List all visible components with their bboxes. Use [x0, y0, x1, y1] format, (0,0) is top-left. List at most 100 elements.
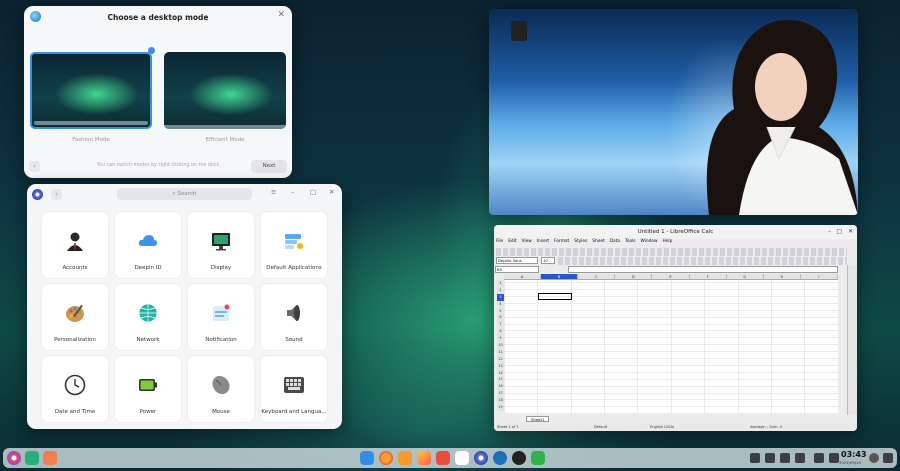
column-header[interactable]: H: [764, 274, 801, 279]
menu-sheet[interactable]: Sheet: [592, 239, 604, 247]
column-header[interactable]: A: [504, 274, 542, 279]
column-header[interactable]: I: [801, 274, 838, 279]
row-header[interactable]: 18: [497, 397, 504, 405]
shutdown-icon[interactable]: [829, 453, 839, 463]
menu-tools[interactable]: Tools: [625, 239, 636, 247]
sheet-tab[interactable]: Sheet1: [526, 416, 550, 422]
movie-player-icon[interactable]: [512, 451, 526, 465]
row-header[interactable]: 13: [497, 362, 504, 370]
column-header[interactable]: D: [615, 274, 653, 279]
control-center-window: ‹ ⌕ Search ≡ – □ ✕ Accounts Deepin ID Di…: [27, 184, 342, 429]
row-header[interactable]: 10: [497, 342, 504, 349]
tile-power[interactable]: Power: [115, 356, 181, 422]
pen-icon[interactable]: [780, 453, 790, 463]
screen-icon[interactable]: [795, 453, 805, 463]
column-header[interactable]: G: [727, 274, 764, 279]
row-header[interactable]: 6: [497, 314, 504, 322]
row-header[interactable]: 14: [497, 369, 504, 377]
file-manager-icon[interactable]: [360, 451, 374, 465]
row-header[interactable]: 12: [497, 355, 504, 363]
column-header[interactable]: B: [541, 274, 579, 279]
clock-time[interactable]: 03:43: [841, 450, 866, 459]
multitask-view-icon[interactable]: [25, 451, 39, 465]
calc-icon[interactable]: [531, 451, 545, 465]
menu-edit[interactable]: Edit: [508, 239, 516, 247]
tile-mouse[interactable]: Mouse: [188, 356, 254, 422]
calendar-icon[interactable]: [455, 451, 469, 465]
control-center-icon[interactable]: [474, 451, 488, 465]
tile-notification[interactable]: Notification: [188, 284, 254, 350]
minimize-icon[interactable]: –: [828, 225, 831, 239]
close-icon[interactable]: ✕: [848, 225, 853, 239]
row-header[interactable]: 3: [497, 293, 504, 301]
efficient-mode-option[interactable]: [164, 52, 286, 129]
next-button[interactable]: Next: [251, 160, 287, 173]
back-button[interactable]: ‹: [51, 189, 62, 200]
menu-styles[interactable]: Styles: [574, 239, 587, 247]
speaker-icon: [287, 305, 300, 321]
tile-accounts[interactable]: Accounts: [42, 212, 108, 278]
standard-toolbar[interactable]: [496, 248, 847, 256]
assistant-icon[interactable]: [869, 453, 879, 463]
row-header[interactable]: 16: [497, 383, 504, 391]
column-header[interactable]: E: [652, 274, 690, 279]
workspace-icon[interactable]: [43, 451, 57, 465]
image-viewer-icon[interactable]: [417, 451, 431, 465]
column-header[interactable]: F: [690, 274, 727, 279]
menu-view[interactable]: View: [522, 239, 532, 247]
tile-keyboard-and-language[interactable]: Keyboard and Langua...: [261, 356, 327, 422]
deepin-icon[interactable]: [493, 451, 507, 465]
tile-deepin-id[interactable]: Deepin ID: [115, 212, 181, 278]
menu-data[interactable]: Data: [610, 239, 620, 247]
sidebar-deck[interactable]: [847, 265, 857, 415]
notification-bell-icon[interactable]: [814, 453, 824, 463]
display-icon: [212, 233, 230, 251]
maximize-icon[interactable]: □: [836, 225, 842, 239]
tile-default-applications[interactable]: Default Applications: [261, 212, 327, 278]
menu-help[interactable]: Help: [663, 239, 673, 247]
row-header[interactable]: 1: [497, 280, 504, 287]
menu-icon[interactable]: ≡: [271, 188, 276, 196]
firefox-icon[interactable]: [379, 451, 393, 465]
column-header[interactable]: C: [578, 274, 616, 279]
row-header[interactable]: 9: [497, 335, 504, 343]
row-header[interactable]: 7: [497, 321, 504, 329]
row-header[interactable]: 5: [497, 307, 504, 315]
tile-network[interactable]: Network: [115, 284, 181, 350]
tile-sound[interactable]: Sound: [261, 284, 327, 350]
music-icon[interactable]: [436, 451, 450, 465]
font-name-box[interactable]: DejaVu Sans: [496, 257, 538, 264]
row-header[interactable]: 8: [497, 328, 504, 336]
close-icon[interactable]: ✕: [277, 10, 285, 20]
menu-file[interactable]: File: [496, 239, 503, 247]
name-box[interactable]: B3: [495, 266, 539, 273]
search-input[interactable]: ⌕ Search: [117, 188, 252, 200]
fashion-mode-option[interactable]: [30, 52, 152, 129]
keyboard-tray-icon[interactable]: [750, 453, 760, 463]
menu-window[interactable]: Window: [641, 239, 658, 247]
trash-icon[interactable]: [883, 453, 893, 463]
menu-insert[interactable]: Insert: [537, 239, 549, 247]
tile-personalization[interactable]: Personalization: [42, 284, 108, 350]
video-player-window[interactable]: [489, 9, 858, 215]
app-store-icon[interactable]: [398, 451, 412, 465]
launcher-icon[interactable]: [7, 451, 21, 465]
volume-icon[interactable]: [765, 453, 775, 463]
row-header[interactable]: 17: [497, 390, 504, 398]
formula-input[interactable]: [568, 266, 838, 273]
back-button[interactable]: ‹: [29, 161, 40, 172]
tile-date-and-time[interactable]: Date and Time: [42, 356, 108, 422]
menu-format[interactable]: Format: [554, 239, 569, 247]
clock-date[interactable]: 2022/09/19: [839, 460, 861, 465]
font-size-box[interactable]: 10: [541, 257, 555, 264]
close-icon[interactable]: ✕: [329, 188, 334, 196]
tile-display[interactable]: Display: [188, 212, 254, 278]
row-header[interactable]: 15: [497, 376, 504, 384]
formatting-toolbar[interactable]: [558, 257, 847, 265]
row-header[interactable]: 4: [497, 300, 504, 308]
row-header[interactable]: 19: [497, 404, 504, 411]
maximize-icon[interactable]: □: [310, 188, 316, 196]
row-header[interactable]: 11: [497, 348, 504, 356]
minimize-icon[interactable]: –: [291, 188, 294, 196]
row-header[interactable]: 2: [497, 286, 504, 294]
